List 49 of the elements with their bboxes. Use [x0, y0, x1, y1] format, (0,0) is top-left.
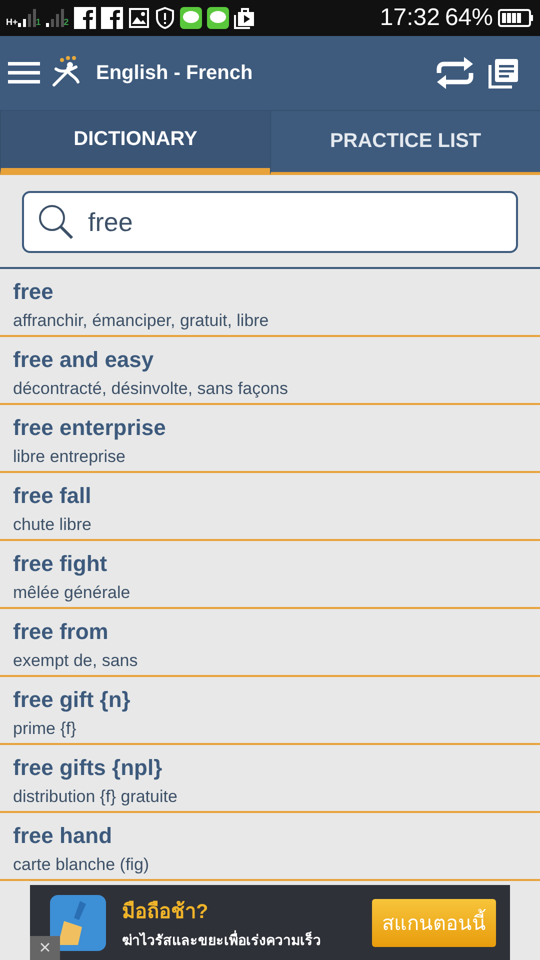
- entry-translation: affranchir, émanciper, gratuit, libre: [13, 311, 270, 331]
- swap-arrows-icon: [434, 55, 476, 91]
- network-label: H+: [6, 17, 18, 27]
- menu-button[interactable]: [8, 61, 40, 85]
- entry-translation: distribution {f} gratuite: [13, 787, 178, 807]
- entry-term[interactable]: free gift {n}: [13, 687, 527, 713]
- entry-term[interactable]: free fall: [13, 483, 527, 509]
- entry-term[interactable]: free enterprise: [13, 415, 527, 441]
- swap-button[interactable]: [434, 55, 476, 91]
- search-icon: [38, 204, 74, 240]
- tab[interactable]: PRACTICE LIST: [270, 111, 540, 175]
- menu-icon: [8, 61, 40, 85]
- facebook-icon: [74, 7, 96, 29]
- entry-term[interactable]: free gifts {npl}: [13, 755, 527, 781]
- entry-term[interactable]: free hand: [13, 823, 527, 849]
- entry-translation: décontracté, désinvolte, sans façons: [13, 379, 289, 399]
- store-bag-icon: [234, 7, 256, 29]
- pages-icon: [488, 57, 520, 89]
- entry-translation: chute libre: [13, 515, 92, 535]
- signal-icon: [46, 9, 64, 27]
- broom-icon: [50, 894, 106, 950]
- clock: 17:32: [380, 4, 440, 32]
- ad-headline: มือถือช้า?: [122, 900, 210, 924]
- entry-term[interactable]: free fight: [13, 551, 527, 577]
- entry-term[interactable]: free and easy: [13, 347, 527, 373]
- search-input[interactable]: free: [86, 206, 502, 238]
- signal-icon: [18, 9, 36, 27]
- tab[interactable]: DICTIONARY: [0, 111, 270, 175]
- facebook-icon: [100, 7, 123, 29]
- image-icon: [128, 7, 150, 29]
- app-title: English - French: [96, 62, 253, 84]
- sim-label: 1: [36, 17, 41, 27]
- list-button[interactable]: [488, 57, 520, 89]
- battery-percent: 64%: [444, 4, 493, 32]
- entry-translation: exempt de, sans: [13, 651, 139, 671]
- battery-icon: [498, 8, 534, 28]
- entry-translation: mêlée générale: [13, 583, 132, 603]
- entry-translation: prime {f}: [13, 719, 78, 739]
- search-field[interactable]: free: [22, 191, 518, 253]
- entry-translation: libre entreprise: [13, 447, 126, 467]
- ad-text: ฆ่าไวรัสและขยะเพื่อเร่งความเร็ว: [122, 929, 322, 950]
- shield-icon: [154, 7, 175, 29]
- entry-term[interactable]: free from: [13, 619, 527, 645]
- sim-label: 2: [64, 17, 69, 27]
- chat-icon: [206, 7, 229, 29]
- entry-term[interactable]: free: [13, 279, 527, 305]
- entry-translation: carte blanche (fig): [13, 855, 150, 875]
- close-button[interactable]: ×: [30, 936, 60, 960]
- chat-icon: [180, 7, 202, 29]
